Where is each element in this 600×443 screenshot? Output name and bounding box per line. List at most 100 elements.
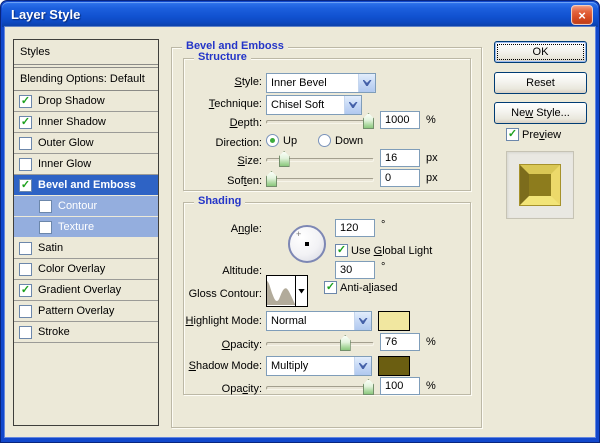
reset-button[interactable]: Reset <box>494 72 587 94</box>
radio-icon[interactable] <box>318 134 331 147</box>
style-item[interactable]: ✓ Drop Shadow <box>14 91 158 112</box>
contour-dropdown-arrow[interactable] <box>295 276 307 306</box>
angle-dial[interactable]: + <box>288 225 326 263</box>
style-checkbox[interactable] <box>19 263 32 276</box>
gloss-contour-picker[interactable] <box>266 275 308 307</box>
style-checkbox[interactable] <box>39 200 52 213</box>
style-checkbox[interactable] <box>19 326 32 339</box>
style-item[interactable]: Texture <box>14 217 158 238</box>
style-item[interactable]: Outer Glow <box>14 133 158 154</box>
anti-aliased-checkbox[interactable]: ✓ <box>324 281 337 294</box>
close-button[interactable]: × <box>571 5 593 25</box>
style-checkbox[interactable]: ✓ <box>19 95 32 108</box>
style-item[interactable]: Pattern Overlay <box>14 301 158 322</box>
window-title: Layer Style <box>2 7 80 22</box>
style-checkbox[interactable]: ✓ <box>19 116 32 129</box>
highlight-opacity-thumb[interactable] <box>340 335 351 351</box>
ok-button[interactable]: OK <box>494 41 587 63</box>
shadow-opacity-slider[interactable] <box>266 379 374 396</box>
chevron-down-icon[interactable] <box>344 96 361 114</box>
highlight-color-swatch[interactable] <box>378 311 410 331</box>
soften-slider-thumb[interactable] <box>266 171 277 187</box>
shadow-opacity-field[interactable] <box>380 377 420 395</box>
slider-track[interactable] <box>266 120 374 124</box>
direction-down-label: Down <box>335 135 363 147</box>
direction-up-radio[interactable]: Up <box>266 134 297 147</box>
style-item[interactable]: Stroke <box>14 322 158 343</box>
style-item[interactable]: Color Overlay <box>14 259 158 280</box>
style-item[interactable]: Inner Glow <box>14 154 158 175</box>
shadow-mode-label: Shadow Mode: <box>184 360 262 372</box>
chevron-down-icon[interactable] <box>358 74 375 92</box>
size-field[interactable] <box>380 149 420 167</box>
styles-list-header[interactable]: Styles <box>14 40 158 65</box>
technique-dropdown[interactable]: Chisel Soft <box>266 95 362 115</box>
style-checkbox[interactable] <box>19 305 32 318</box>
size-unit: px <box>426 152 438 164</box>
check-icon: ✓ <box>326 281 335 293</box>
styles-list: Styles Blending Options: Default ✓ Drop … <box>13 39 159 426</box>
shadow-color-swatch[interactable] <box>378 356 410 376</box>
sidebar-item-blending-options[interactable]: Blending Options: Default <box>14 68 158 91</box>
structure-group: Structure Style: Inner Bevel Technique: … <box>183 58 471 191</box>
soften-slider[interactable] <box>266 171 374 188</box>
new-style-button[interactable]: New Style... <box>494 102 587 124</box>
style-item-label: Texture <box>58 221 94 233</box>
soften-field[interactable] <box>380 169 420 187</box>
close-icon: × <box>578 8 586 23</box>
slider-track[interactable] <box>266 178 374 182</box>
style-checkbox[interactable]: ✓ <box>19 179 32 192</box>
titlebar[interactable]: Layer Style × <box>2 2 598 27</box>
highlight-mode-label: Highlight Mode: <box>184 315 262 327</box>
size-label: Size: <box>184 155 262 167</box>
style-item[interactable]: ✓ Inner Shadow <box>14 112 158 133</box>
style-item-label: Pattern Overlay <box>38 305 114 317</box>
use-global-light-label: Use Global Light <box>351 245 432 257</box>
style-checkbox[interactable] <box>39 221 52 234</box>
highlight-opacity-field[interactable] <box>380 333 420 351</box>
shadow-mode-dropdown[interactable]: Multiply <box>266 356 372 376</box>
preview-toggle[interactable]: ✓ Preview <box>506 128 561 141</box>
style-item-label: Satin <box>38 242 63 254</box>
style-item-label: Inner Shadow <box>38 116 106 128</box>
depth-field[interactable] <box>380 111 420 129</box>
altitude-field[interactable] <box>335 261 375 279</box>
style-checkbox[interactable] <box>19 158 32 171</box>
style-item[interactable]: Satin <box>14 238 158 259</box>
size-slider[interactable] <box>266 151 374 168</box>
direction-down-radio[interactable]: Down <box>318 134 363 147</box>
altitude-unit: ° <box>381 261 385 273</box>
shading-group: Shading Angle: + ° ✓ Use Global Light Al… <box>183 202 471 395</box>
use-global-light-checkbox[interactable]: ✓ <box>335 244 348 257</box>
radio-icon[interactable] <box>266 134 279 147</box>
highlight-mode-dropdown[interactable]: Normal <box>266 311 372 331</box>
style-checkbox[interactable]: ✓ <box>19 284 32 297</box>
angle-label: Angle: <box>184 223 262 235</box>
style-checkbox[interactable] <box>19 242 32 255</box>
size-slider-thumb[interactable] <box>279 151 290 167</box>
angle-field[interactable] <box>335 219 375 237</box>
style-dropdown[interactable]: Inner Bevel <box>266 73 376 93</box>
highlight-opacity-label: Opacity: <box>184 339 262 351</box>
preview-checkbox[interactable]: ✓ <box>506 128 519 141</box>
style-item[interactable]: ✓ Bevel and Emboss <box>14 175 158 196</box>
style-item-label: Stroke <box>38 326 70 338</box>
style-checkbox[interactable] <box>19 137 32 150</box>
highlight-opacity-slider[interactable] <box>266 335 374 352</box>
angle-unit: ° <box>381 219 385 231</box>
style-item[interactable]: ✓ Gradient Overlay <box>14 280 158 301</box>
check-icon: ✓ <box>508 128 517 140</box>
style-item-label: Color Overlay <box>38 263 105 275</box>
highlight-opacity-unit: % <box>426 336 436 348</box>
slider-track[interactable] <box>266 386 374 390</box>
shadow-opacity-thumb[interactable] <box>363 379 374 395</box>
depth-slider-thumb[interactable] <box>363 113 374 129</box>
style-item-label: Gradient Overlay <box>38 284 121 296</box>
direction-label: Direction: <box>184 137 262 149</box>
depth-slider[interactable] <box>266 113 374 130</box>
style-item[interactable]: Contour <box>14 196 158 217</box>
chevron-down-icon[interactable] <box>354 357 371 375</box>
slider-track[interactable] <box>266 342 374 346</box>
style-dropdown-value: Inner Bevel <box>267 77 358 89</box>
chevron-down-icon[interactable] <box>354 312 371 330</box>
